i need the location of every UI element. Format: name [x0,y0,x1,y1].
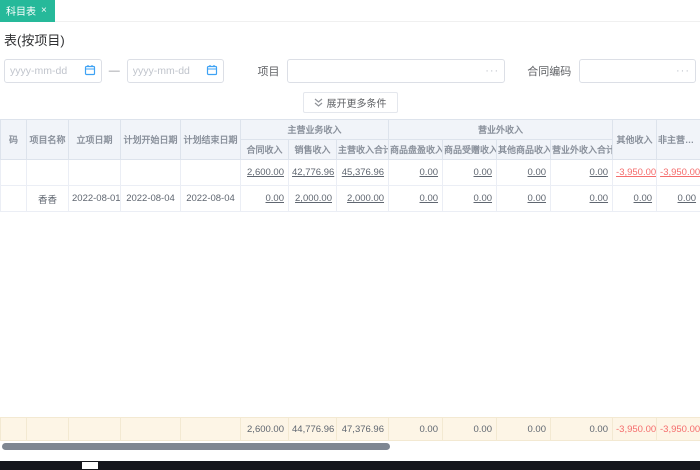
col-header-other-goods: 其他商品收入 [496,139,552,160]
cell-plan-start: 2022-08-04 [120,185,181,212]
table-row: 香香 2022-08-01 2022-08-04 2022-08-04 0.00… [0,185,700,212]
taskbar-strip [0,461,700,470]
scrollbar-thumb[interactable] [2,443,390,450]
col-header-contract-income: 合同收入 [240,139,289,160]
value-link[interactable]: 0.00 [612,185,658,212]
col-header-nonmain-total: 非主营收入合计 [656,119,700,160]
summary-empty [26,417,69,441]
summary-empty [120,417,181,441]
cell-code [0,159,27,186]
date-start-input[interactable] [4,59,102,83]
summary-value: 47,376.96 [336,417,389,441]
summary-value: 0.00 [496,417,551,441]
summary-value: 44,776.96 [288,417,337,441]
value-link[interactable]: 0.00 [656,185,700,212]
project-field[interactable] [293,65,482,77]
page-title: 表(按项目) [4,33,65,48]
summary-empty [68,417,121,441]
col-header-code: 码 [0,119,27,160]
col-header-other-income: 其他收入 [612,119,658,160]
calendar-icon[interactable] [84,64,96,79]
value-link[interactable]: 2,000.00 [288,185,337,212]
date-end-input[interactable] [126,59,225,83]
taskbar-icon [82,462,98,469]
cell-plan-end [180,159,241,186]
contract-more-button[interactable]: ··· [672,65,690,77]
date-end-field[interactable] [132,65,207,77]
table-row: 2,600.00 42,776.96 45,376.96 0.00 0.00 0… [0,159,700,186]
col-header-donated-goods: 商品受赠收入 [442,139,498,160]
expand-more-button[interactable]: 展开更多条件 [302,92,398,113]
cell-plan-start [120,159,181,186]
col-header-project-name: 项目名称 [26,119,69,160]
col-header-plan-end: 计划结束日期 [180,119,241,160]
value-link[interactable]: 0.00 [240,185,289,212]
project-label: 项目 [257,66,280,78]
cell-plan-end: 2022-08-04 [180,185,241,212]
tab-label: 科目表 [6,7,36,18]
contract-input[interactable]: ··· [579,59,696,83]
cell-start-date: 2022-08-01 [68,185,121,212]
horizontal-scrollbar [0,443,700,451]
calendar-icon[interactable] [206,64,218,79]
project-more-button[interactable]: ··· [481,65,499,77]
summary-value: 0.00 [550,417,613,441]
col-header-inventory-gain: 商品盘盈收入 [388,139,444,160]
expand-row: 展开更多条件 [0,89,700,119]
col-header-sales-income: 销售收入 [288,139,337,160]
chevron-double-down-icon [314,98,323,108]
value-link[interactable]: 0.00 [550,159,614,186]
col-header-plan-start: 计划开始日期 [120,119,181,160]
date-start-field[interactable] [10,65,84,77]
value-link[interactable]: 0.00 [388,185,444,212]
cell-project-name: 香香 [26,185,69,212]
value-link[interactable]: 0.00 [442,159,498,186]
value-link[interactable]: 0.00 [496,159,552,186]
value-link[interactable]: 2,000.00 [335,185,390,212]
value-link[interactable]: -3,950.00 [612,159,658,186]
group-header-nonoperating-revenue: 营业外收入 [388,119,614,140]
filter-bar: — 项目 ··· 合同编码 ··· [0,51,700,89]
summary-value: 2,600.00 [240,417,289,441]
project-input[interactable]: ··· [287,59,506,83]
contract-label: 合同编码 [527,66,572,78]
value-link[interactable]: -3,950.00 [656,159,700,186]
summary-value: -3,950.00 [656,417,700,441]
expand-more-label: 展开更多条件 [326,99,387,110]
summary-value: 0.00 [388,417,443,441]
col-header-nonoperating-total: 营业外收入合计 [550,139,614,160]
close-icon[interactable]: × [41,5,47,16]
summary-value: -3,950.00 [612,417,657,441]
col-header-start-date: 立项日期 [68,119,121,160]
report-table: 码 项目名称 立项日期 计划开始日期 计划结束日期 主营业务收入 营业外收入 其… [0,119,700,212]
value-link[interactable]: 0.00 [442,185,498,212]
summary-empty [180,417,241,441]
app-window: 科目表 × 表(按项目) — 项目 ··· 合同编码 ··· [0,0,700,470]
tab-bar: 科目表 × [0,0,700,22]
cell-project-name [26,159,69,186]
tab-report[interactable]: 科目表 × [0,0,55,22]
value-link[interactable]: 0.00 [388,159,444,186]
date-separator: — [108,65,120,77]
summary-value: 0.00 [442,417,497,441]
value-link[interactable]: 45,376.96 [335,159,390,186]
value-link[interactable]: 0.00 [550,185,614,212]
summary-row: 2,600.00 44,776.96 47,376.96 0.00 0.00 0… [0,417,700,441]
cell-code [0,185,27,212]
cell-start-date [68,159,121,186]
group-header-main-revenue: 主营业务收入 [239,119,390,140]
col-header-main-income-total: 主营收入合计 [335,139,390,160]
value-link[interactable]: 0.00 [496,185,552,212]
value-link[interactable]: 42,776.96 [288,159,337,186]
contract-field[interactable] [585,65,672,77]
value-link[interactable]: 2,600.00 [240,159,289,186]
summary-empty [0,417,27,441]
